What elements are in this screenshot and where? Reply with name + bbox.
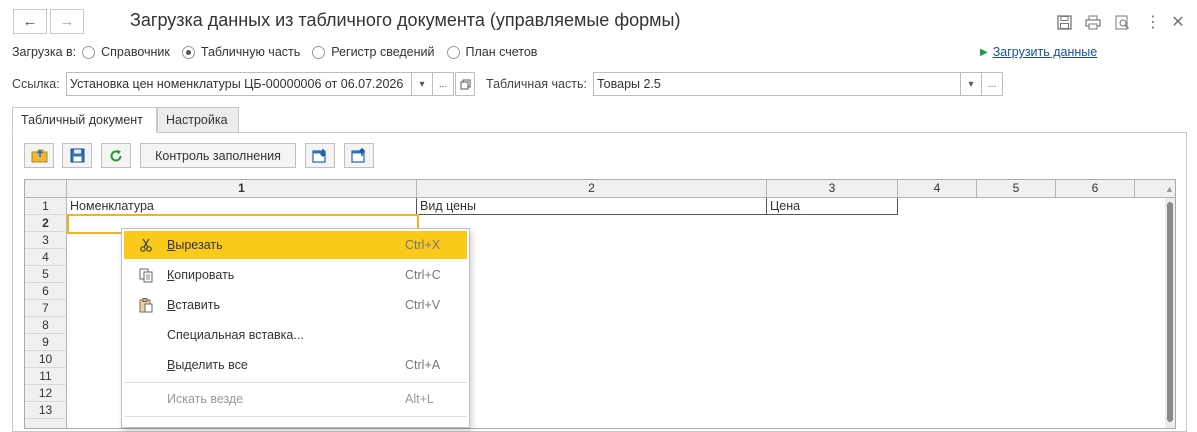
load-data-link[interactable]: ▶ Загрузить данные [980,45,1097,59]
more-icon[interactable]: ⋮ [1143,12,1163,32]
ref-dropdown-button[interactable]: ▾ [411,72,433,96]
row-header[interactable]: 6 [25,283,67,300]
row-header[interactable]: 11 [25,368,67,385]
dropdown-arrow-icon: ▾ [968,78,974,90]
table-part-select-button[interactable]: ... [981,72,1003,96]
save-file-button[interactable] [62,143,92,168]
arrow-left-icon: ← [22,13,38,30]
row-header[interactable]: 3 [25,232,67,249]
export-button[interactable] [344,143,374,168]
open-folder-icon [31,149,47,163]
paste-icon [138,297,154,313]
scrollbar-thumb[interactable] [1167,202,1173,422]
tab-settings[interactable]: Настройка [157,107,239,133]
close-icon[interactable]: ✕ [1168,12,1188,32]
tab-spreadsheet[interactable]: Табличный документ [12,107,157,133]
preview-icon[interactable] [1112,12,1132,32]
back-button[interactable]: ← [13,9,47,34]
refresh-icon [110,149,122,161]
open-window-icon [460,79,470,89]
ref-open-button[interactable] [455,72,475,96]
radio-circle [82,45,96,59]
import-icon [312,149,327,163]
check-filling-button[interactable]: Контроль заполнения [140,143,296,168]
menu-item-copy[interactable]: Копировать Ctrl+C [124,261,467,289]
ref-label: Ссылка: [12,77,60,91]
row-header[interactable]: 13 [25,402,67,419]
table-part-input[interactable]: Товары 2.5 [593,72,961,96]
radio-table-part[interactable]: Табличную часть [181,45,300,59]
context-menu: Вырезать Ctrl+X Копировать Ctrl+C Встави… [121,228,470,428]
radio-circle-selected [181,45,195,59]
corner-header [25,180,67,198]
radio-circle [312,45,326,59]
col-header[interactable]: 2 [417,180,767,198]
row-header-partial [25,419,67,428]
ref-input[interactable]: Установка цен номенклатуры ЦБ-00000006 о… [66,72,412,96]
open-file-button[interactable] [24,143,54,168]
arrow-right-icon: → [59,13,75,30]
menu-item-search-everywhere[interactable]: Искать везде Alt+L [124,385,467,413]
copy-icon [138,267,154,283]
dropdown-arrow-icon: ▾ [419,78,425,90]
menu-separator [124,382,467,383]
floppy-icon [70,148,84,163]
table-part-dropdown-button[interactable]: ▾ [960,72,982,96]
radio-chart-of-accounts[interactable]: План счетов [446,45,537,59]
row-header[interactable]: 8 [25,317,67,334]
col-header[interactable]: 4 [898,180,977,198]
ref-select-button[interactable]: ... [432,72,454,96]
import-button[interactable] [305,143,335,168]
cell-nomenclature[interactable]: Номенклатура [67,198,417,215]
row-header[interactable]: 10 [25,351,67,368]
play-icon: ▶ [980,46,988,58]
menu-item-select-all[interactable]: Выделить все Ctrl+A [124,351,467,379]
export-icon [351,148,366,163]
scissors-icon [138,237,154,253]
refresh-button[interactable] [101,143,131,168]
col-header[interactable]: 5 [977,180,1056,198]
save-icon[interactable] [1054,12,1074,32]
menu-item-cut[interactable]: Вырезать Ctrl+X [124,231,467,259]
menu-separator [124,416,467,417]
row-header[interactable]: 1 [25,198,67,215]
row-header[interactable]: 2 [25,215,67,232]
row-header[interactable]: 5 [25,266,67,283]
radio-catalog[interactable]: Справочник [82,45,170,59]
menu-item-paste[interactable]: Вставить Ctrl+V [124,291,467,319]
vertical-scrollbar[interactable] [1165,198,1175,428]
col-header[interactable]: 1 [67,180,417,198]
cell-price-type[interactable]: Вид цены [417,198,767,215]
col-header[interactable]: 3 [767,180,898,198]
table-part-label: Табличная часть: [486,77,587,91]
load-into-group: Загрузка в: Справочник Табличную часть Р… [12,45,549,59]
row-header[interactable]: 12 [25,385,67,402]
col-header[interactable]: 6 [1056,180,1135,198]
forward-button[interactable]: → [50,9,84,34]
print-icon[interactable] [1083,12,1103,32]
scroll-up-icon[interactable]: ▲ [1165,184,1174,194]
load-into-label: Загрузка в: [12,45,77,59]
row-header[interactable]: 4 [25,249,67,266]
row-header[interactable]: 7 [25,300,67,317]
radio-info-register[interactable]: Регистр сведений [312,45,435,59]
cell-price[interactable]: Цена [767,198,898,215]
row-header[interactable]: 9 [25,334,67,351]
menu-item-paste-special[interactable]: Специальная вставка... [124,321,467,349]
window-title: Загрузка данных из табличного документа … [130,10,681,30]
radio-circle [446,45,460,59]
